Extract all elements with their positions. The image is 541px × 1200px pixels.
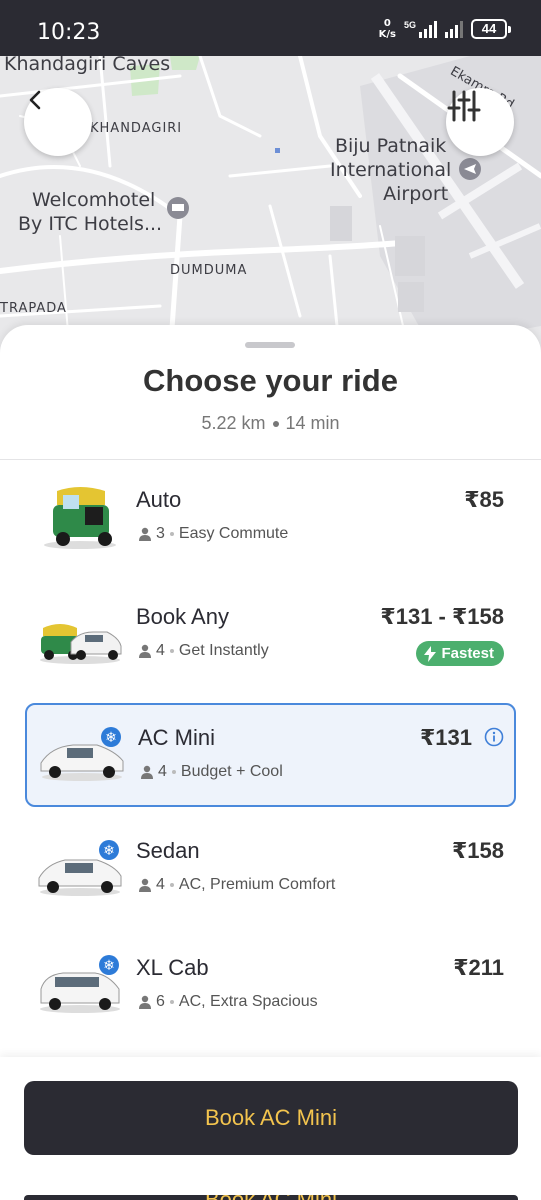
booking-footer: Book AC Mini Book AC Mini (0, 1057, 541, 1200)
book-ride-button[interactable]: Book AC Mini (24, 1081, 518, 1155)
ride-option-ac-mini[interactable]: ❄ AC Mini 4 Budget + Cool ₹131 (25, 703, 516, 807)
person-icon (139, 644, 151, 658)
ride-option-xl-cab[interactable]: ❄ XL Cab 6 AC, Extra Spacious ₹211 (25, 935, 516, 1039)
sheet-title: Choose your ride (143, 363, 398, 398)
ride-name: AC Mini (138, 725, 216, 750)
ride-tagline: Get Instantly (178, 642, 269, 659)
battery-icon: 44 (471, 19, 511, 39)
person-icon (139, 527, 151, 541)
seat-count: 4 (158, 763, 167, 780)
trip-summary: 5.22 km 14 min (0, 413, 541, 434)
person-icon (141, 765, 153, 779)
ride-price: ₹131 - ₹158 (380, 604, 504, 629)
ride-price: ₹211 (453, 955, 504, 980)
map-label: DUMDUMA (170, 263, 248, 278)
person-icon (139, 995, 151, 1009)
ride-tagline: AC, Premium Comfort (178, 876, 336, 893)
map-label: KHANDAGIRI (90, 121, 183, 136)
ride-tagline: Budget + Cool (180, 763, 283, 780)
signal-icon (445, 20, 463, 38)
seat-count: 3 (156, 525, 165, 542)
car-ac-icon: ❄ (38, 840, 122, 896)
signal-5g-icon: 5G (404, 20, 437, 38)
ride-tagline: AC, Extra Spacious (178, 993, 318, 1010)
sliders-icon (447, 90, 481, 122)
ride-details: 3 Easy Commute (138, 525, 288, 543)
auto-rickshaw-icon (44, 487, 116, 549)
svg-text:❄: ❄ (103, 843, 115, 859)
divider (0, 459, 541, 460)
ride-price: ₹158 (451, 838, 504, 863)
trip-duration: 14 min (285, 413, 340, 433)
status-icons: 0 K/s 5G 44 (378, 18, 511, 40)
map-view[interactable]: Khandagiri Caves KHANDAGIRI Biju Patnaik… (0, 56, 541, 356)
svg-text:❄: ❄ (105, 730, 117, 746)
ride-details: 4 Get Instantly (138, 642, 269, 660)
ride-details: 4 Budget + Cool (140, 763, 283, 781)
map-label-hotel: Welcomhotel By ITC Hotels... (18, 189, 163, 235)
ride-option-book-any[interactable]: Book Any 4 Get Instantly ₹131 - ₹158 Fast… (25, 584, 516, 688)
ride-option-auto[interactable]: Auto 3 Easy Commute ₹85 (25, 467, 516, 571)
book-ride-button-shadow: Book AC Mini (24, 1195, 518, 1200)
lightning-icon (424, 645, 437, 662)
network-speed: 0 K/s (378, 18, 396, 40)
drag-handle[interactable] (245, 342, 295, 348)
ride-price: ₹85 (464, 487, 504, 512)
ride-name: Auto (136, 487, 182, 512)
svg-text:❄: ❄ (103, 958, 115, 974)
seat-count: 4 (156, 876, 165, 893)
ride-details: 4 AC, Premium Comfort (138, 876, 335, 894)
info-icon[interactable] (484, 727, 504, 747)
status-bar: 10:23 0 K/s 5G 44 (0, 0, 541, 56)
seat-count: 4 (156, 642, 165, 659)
map-label: TRAPADA (0, 301, 67, 316)
ride-name: Book Any (136, 604, 229, 629)
ride-name: Sedan (136, 838, 200, 863)
person-icon (139, 878, 151, 892)
trip-distance: 5.22 km (201, 413, 266, 433)
status-time: 10:23 (37, 20, 101, 45)
ride-name: XL Cab (136, 955, 209, 980)
suv-ac-icon: ❄ (40, 955, 120, 1013)
auto-and-car-icon (40, 624, 122, 664)
filter-button[interactable] (446, 88, 514, 156)
ride-details: 6 AC, Extra Spacious (138, 993, 318, 1011)
chevron-left-icon (29, 90, 41, 110)
seat-count: 6 (156, 993, 165, 1010)
ride-price: ₹131 (419, 725, 472, 750)
ride-tagline: Easy Commute (178, 525, 289, 542)
fastest-badge: Fastest (416, 641, 504, 666)
back-button[interactable] (24, 88, 92, 156)
ride-option-sedan[interactable]: ❄ Sedan 4 AC, Premium Comfort ₹158 (25, 818, 516, 922)
map-label-airport: Biju Patnaik International Airport (330, 135, 452, 205)
car-ac-icon: ❄ (40, 727, 124, 781)
map-label: Khandagiri Caves (4, 56, 171, 75)
